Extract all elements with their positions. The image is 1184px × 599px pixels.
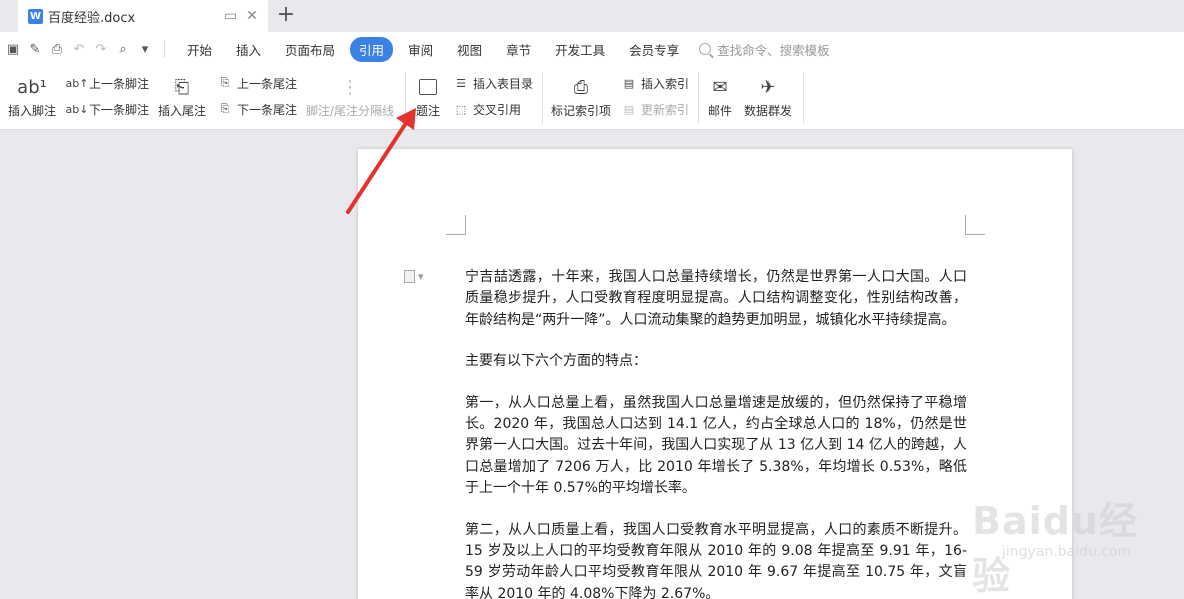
new-tab-button[interactable]: + <box>276 2 296 30</box>
mark-index-button[interactable]: ⎙ 标记索引项 <box>551 72 611 119</box>
menu-page-layout[interactable]: 页面布局 <box>276 37 344 62</box>
prev-endnote-icon: ⎘ <box>220 76 230 89</box>
table-list-icon: ☰ <box>456 76 466 90</box>
endnote-icon: ⎗ <box>174 76 190 98</box>
menu-insert[interactable]: 插入 <box>227 37 270 62</box>
paragraph: 宁吉喆透露，十年来，我国人口总量持续增长，仍然是世界第一人口大国。人口质量稳步提… <box>465 269 967 328</box>
cross-reference-label: 交叉引用 <box>473 102 522 117</box>
margin-mark-top-right <box>965 215 985 235</box>
paragraph-handle-icon[interactable]: ▾ <box>404 270 424 283</box>
next-endnote-label: 下一条尾注 <box>237 102 298 117</box>
paragraph: 主要有以下六个方面的特点： <box>465 353 647 370</box>
update-index-label: 更新索引 <box>641 102 690 117</box>
menu-member[interactable]: 会员专享 <box>620 37 688 62</box>
margin-mark-top-left <box>446 215 466 235</box>
menu-review[interactable]: 审阅 <box>399 37 442 62</box>
update-index-button[interactable]: ▤ 更新索引 <box>620 100 689 118</box>
divider <box>542 72 543 124</box>
mark-index-label: 标记索引项 <box>551 104 612 118</box>
insert-toc-button[interactable]: ☰ 插入表目录 <box>452 74 533 92</box>
annotation-arrow <box>346 108 416 214</box>
wps-writer-icon: W <box>28 8 43 24</box>
cross-reference-icon: ⬚ <box>455 102 467 116</box>
insert-endnote-label: 插入尾注 <box>158 104 207 118</box>
separator-line-icon: ⋮ <box>341 76 360 98</box>
mark-index-icon: ⎙ <box>573 76 589 98</box>
print-preview-icon[interactable]: ⌕ <box>114 40 132 58</box>
save-icon[interactable]: ▣ <box>4 40 22 58</box>
mail-merge-button[interactable]: ✈ 数据群发 <box>744 72 792 119</box>
tab-bar: W 百度经验.docx ▭ ✕ + <box>0 0 1184 32</box>
close-icon[interactable]: ✕ <box>246 8 258 24</box>
cross-reference-button[interactable]: ⬚ 交叉引用 <box>452 100 521 118</box>
menu-view[interactable]: 视图 <box>448 37 491 62</box>
document-page[interactable]: ▾ 宁吉喆透露，十年来，我国人口总量持续增长，仍然是世界第一人口大国。人口质量稳… <box>358 149 1072 599</box>
print-icon[interactable]: ⎙ <box>48 40 66 58</box>
insert-footnote-label: 插入脚注 <box>8 104 57 118</box>
next-endnote-button[interactable]: ⎘ 下一条尾注 <box>216 100 297 118</box>
format-painter-icon[interactable]: ✎ <box>26 40 44 58</box>
document-tab[interactable]: W 百度经验.docx ▭ ✕ <box>18 0 268 32</box>
insert-index-icon: ▤ <box>623 76 635 90</box>
prev-footnote-button[interactable]: ab↑ 上一条脚注 <box>65 74 150 92</box>
divider <box>803 72 804 124</box>
insert-index-label: 插入索引 <box>641 76 690 91</box>
watermark-url: jingyan.baidu.com <box>1002 544 1132 560</box>
divider <box>164 40 165 58</box>
quick-access-toolbar: ▣ ✎ ⎙ ↶ ↷ ⌕ ▾ <box>0 40 171 58</box>
mail-merge-label: 数据群发 <box>744 104 793 118</box>
baidu-watermark: Baidu经验 jingyan.baidu.com <box>972 472 1172 598</box>
mail-merge-icon: ✈ <box>760 76 776 98</box>
tab-title: 百度经验.docx <box>48 10 136 26</box>
prev-endnote-label: 上一条尾注 <box>237 76 298 91</box>
document-body[interactable]: 宁吉喆透露，十年来，我国人口总量持续增长，仍然是世界第一人口大国。人口质量稳步提… <box>465 267 967 599</box>
mail-button[interactable]: ✉ 邮件 <box>708 72 732 119</box>
main-menu: 开始 插入 页面布局 引用 审阅 视图 章节 开发工具 会员专享 <box>175 36 691 62</box>
prev-footnote-icon: ab↑ <box>65 76 89 90</box>
menu-references[interactable]: 引用 <box>350 36 394 62</box>
redo-icon[interactable]: ↷ <box>92 40 110 58</box>
mail-icon: ✉ <box>712 76 728 98</box>
insert-endnote-button[interactable]: ⎗ 插入尾注 <box>158 72 206 119</box>
paragraph: 第一，从人口总量上看，虽然我国人口总量增速是放缓的，但仍然保持了平稳增长。202… <box>465 394 967 497</box>
next-endnote-icon: ⎘ <box>220 102 230 115</box>
prev-footnote-label: 上一条脚注 <box>89 76 150 91</box>
menu-home[interactable]: 开始 <box>178 37 221 62</box>
insert-footnote-button[interactable]: ab¹ 插入脚注 <box>8 72 56 119</box>
menu-developer[interactable]: 开发工具 <box>546 37 614 62</box>
footnote-icon: ab¹ <box>17 76 47 98</box>
references-ribbon: ab¹ 插入脚注 ab↑ 上一条脚注 ab↓ 下一条脚注 ⎗ 插入尾注 ⎘ 上一… <box>0 66 1184 130</box>
window-restore-icon[interactable]: ▭ <box>224 8 237 24</box>
menu-section[interactable]: 章节 <box>497 37 540 62</box>
paragraph: 第二，从人口质量上看，我国人口受教育水平明显提高，人口的素质不断提升。15 岁及… <box>465 521 967 599</box>
undo-icon[interactable]: ↶ <box>70 40 88 58</box>
insert-index-button[interactable]: ▤ 插入索引 <box>620 74 689 92</box>
next-footnote-icon: ab↓ <box>65 102 89 116</box>
next-footnote-button[interactable]: ab↓ 下一条脚注 <box>65 100 150 118</box>
next-footnote-label: 下一条脚注 <box>89 102 150 117</box>
caption-icon <box>419 72 437 102</box>
search-placeholder: 查找命令、搜索模板 <box>717 42 830 58</box>
prev-endnote-button[interactable]: ⎘ 上一条尾注 <box>216 74 297 92</box>
more-dropdown-icon[interactable]: ▾ <box>136 40 154 58</box>
insert-toc-label: 插入表目录 <box>473 76 534 91</box>
update-index-icon: ▤ <box>623 102 635 116</box>
mail-label: 邮件 <box>708 104 733 118</box>
search-icon <box>699 43 712 55</box>
divider <box>698 72 699 124</box>
menu-bar: ▣ ✎ ⎙ ↶ ↷ ⌕ ▾ 开始 插入 页面布局 引用 审阅 视图 章节 开发工… <box>0 32 1184 66</box>
command-search[interactable]: 查找命令、搜索模板 <box>699 40 830 59</box>
